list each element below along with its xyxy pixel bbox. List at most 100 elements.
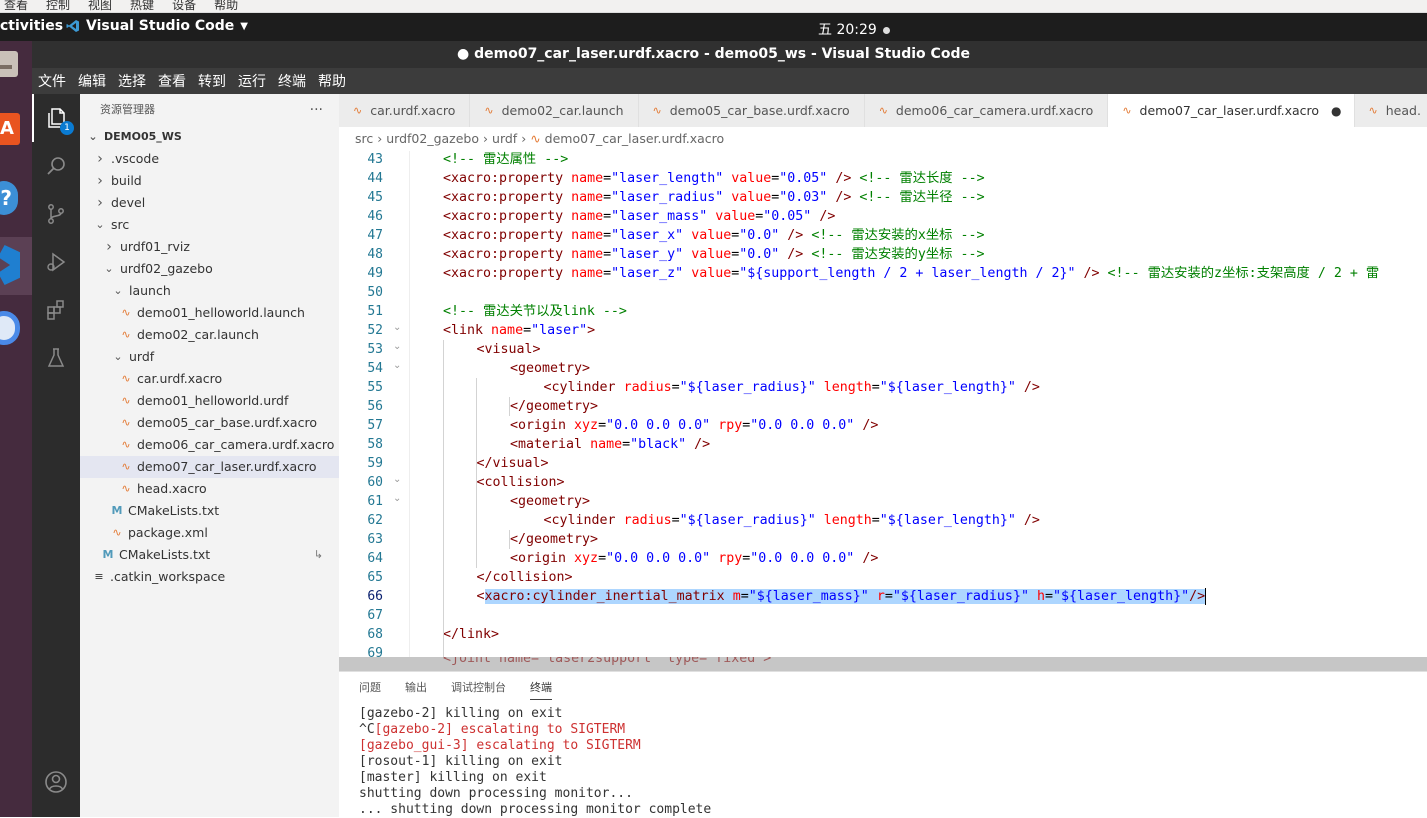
files-app-icon[interactable] (0, 45, 32, 89)
editor-tab[interactable]: ∿ demo07_car_laser.urdf.xacro ● (1108, 94, 1355, 127)
system-menu-item[interactable]: 视图 (88, 0, 112, 12)
workspace-header[interactable]: ⌄ DEMO05_WS (80, 126, 339, 148)
xml-file-icon: ∿ (121, 460, 131, 473)
code-token: xyz (574, 418, 599, 433)
explorer-badge: 1 (60, 121, 74, 135)
file-item[interactable]: ∿ demo01_helloworld.urdf (80, 390, 339, 412)
xml-file-icon: ∿ (121, 482, 131, 495)
file-item[interactable]: ∿ demo05_car_base.urdf.xacro (80, 412, 339, 434)
folder-item[interactable]: ⌄ urdf02_gazebo (80, 258, 339, 280)
code-token: = (603, 190, 612, 205)
tree-item-label: urdf02_gazebo (120, 261, 213, 276)
system-menu-item[interactable]: 热键 (130, 0, 154, 12)
folder-item[interactable]: ⌄ launch (80, 280, 339, 302)
code-token: /> (811, 209, 836, 224)
code-token: = (598, 418, 607, 433)
code-token: = (671, 513, 680, 528)
file-item[interactable]: ≡ .catkin_workspace (80, 566, 339, 588)
extensions-activity[interactable] (32, 286, 80, 334)
app-menu[interactable]: Visual Studio Code ▼ (66, 18, 248, 34)
file-item[interactable]: M CMakeLists.txt ↳ (80, 544, 339, 566)
code-token: name (590, 437, 623, 452)
more-actions-icon[interactable]: ··· (310, 94, 323, 126)
system-menu-item[interactable]: 设备 (172, 0, 196, 12)
code-token: name (571, 228, 604, 243)
explorer-activity[interactable]: 1 (32, 94, 80, 142)
folder-item[interactable]: › build (80, 170, 339, 192)
code-token: "laser_mass" (611, 209, 708, 224)
folder-item[interactable]: › urdf01_rviz (80, 236, 339, 258)
file-item[interactable]: ∿ demo01_helloworld.launch (80, 302, 339, 324)
code-token: <xacro:property (443, 171, 572, 186)
software-center-icon[interactable]: A (0, 109, 32, 153)
editor-tab[interactable]: ∿ demo05_car_base.urdf.xacro (638, 94, 865, 127)
menu-item[interactable]: 选择 (118, 71, 146, 91)
menu-item[interactable]: 转到 (198, 71, 226, 91)
accounts-activity[interactable] (32, 758, 80, 806)
activity-bar: 1 (32, 94, 80, 817)
peek-line-text: <joint name="laser2support" type="fixed"… (443, 657, 772, 666)
editor-tab[interactable]: ∿ demo02_car.launch (470, 94, 639, 127)
file-item[interactable]: M CMakeLists.txt (80, 500, 339, 522)
editor-tab[interactable]: ∿ car.urdf.xacro (339, 94, 471, 127)
folder-item[interactable]: ⌄ urdf (80, 346, 339, 368)
system-menu-item[interactable]: 控制 (46, 0, 70, 12)
menu-item[interactable]: 编辑 (78, 71, 106, 91)
file-item[interactable]: ∿ car.urdf.xacro (80, 368, 339, 390)
editor-tab[interactable]: ∿ demo06_car_camera.urdf.xacro (864, 94, 1109, 127)
xml-file-icon: ∿ (121, 306, 131, 319)
code-token: "${laser_length}" (1053, 589, 1190, 604)
panel-tab[interactable]: 调试控制台 (451, 679, 506, 699)
breadcrumb-item[interactable]: urdf02_gazebo (386, 131, 479, 146)
system-menu-item[interactable]: 查看 (4, 0, 28, 12)
panel-tab[interactable]: 终端 (530, 679, 552, 700)
help-icon[interactable]: ? (0, 177, 32, 221)
notification-dot-icon (883, 26, 891, 34)
unsaved-dot-icon[interactable]: ● (1331, 104, 1341, 118)
chevron-down-icon: ▼ (240, 20, 248, 32)
file-item[interactable]: ∿ head.xacro (80, 478, 339, 500)
file-item[interactable]: ∿ package.xml (80, 522, 339, 544)
system-menu-item[interactable]: 帮助 (214, 0, 238, 12)
source-control-activity[interactable] (32, 190, 80, 238)
run-debug-activity[interactable] (32, 238, 80, 286)
folder-item[interactable]: › devel (80, 192, 339, 214)
chevron-down-icon: ⌄ (113, 350, 123, 363)
file-item[interactable]: ∿ demo07_car_laser.urdf.xacro (80, 456, 339, 478)
file-item[interactable]: ∿ demo06_car_camera.urdf.xacro (80, 434, 339, 456)
tree-item-label: urdf (129, 349, 155, 364)
search-activity[interactable] (32, 142, 80, 190)
panel-tab[interactable]: 输出 (405, 679, 427, 699)
folder-item[interactable]: › .vscode (80, 148, 339, 170)
vscode-dock-icon[interactable] (0, 237, 32, 295)
menu-item[interactable]: 查看 (158, 71, 186, 91)
breadcrumb-item[interactable]: src (355, 131, 373, 146)
fold-chevron-icon[interactable]: ⌄ (393, 356, 401, 375)
clock[interactable]: 五 20:29 (818, 19, 891, 39)
chrome-icon[interactable] (0, 307, 32, 351)
menu-item[interactable]: 文件 (38, 71, 66, 91)
fold-chevron-icon[interactable]: ⌄ (393, 337, 401, 356)
file-item[interactable]: ∿ demo02_car.launch (80, 324, 339, 346)
vscode-logo-icon (66, 20, 79, 32)
tree-item-label: build (111, 173, 142, 188)
code-editor[interactable]: 43 <!-- 雷达属性 --> 44 <xacro:property name="l… (339, 151, 1427, 657)
breadcrumb-item[interactable]: demo07_car_laser.urdf.xacro (545, 131, 725, 146)
panel-tab[interactable]: 问题 (359, 679, 381, 699)
fold-chevron-icon[interactable]: ⌄ (393, 489, 401, 508)
code-token: = (598, 551, 607, 566)
activities-button[interactable]: ctivities (0, 18, 63, 34)
menu-item[interactable]: 运行 (238, 71, 266, 91)
menu-item[interactable]: 帮助 (318, 71, 346, 91)
folder-item[interactable]: ⌄ src (80, 214, 339, 236)
code-token: <material (510, 437, 591, 452)
fold-chevron-icon[interactable]: ⌄ (393, 470, 401, 489)
editor-tab[interactable]: ∿ head. (1354, 94, 1427, 127)
breadcrumb-item[interactable]: urdf (492, 131, 517, 146)
testing-activity[interactable] (32, 334, 80, 382)
fold-chevron-icon[interactable]: ⌄ (393, 318, 401, 337)
terminal[interactable]: [gazebo-2] killing on exit ^C[gazebo-2] e… (339, 706, 1427, 818)
menu-item[interactable]: 终端 (278, 71, 306, 91)
gnome-top-bar: ctivities Visual Studio Code ▼ 五 20:29 (0, 13, 1427, 41)
code-line: <cylinder radius="${laser_radius}" lengt… (544, 511, 1040, 530)
